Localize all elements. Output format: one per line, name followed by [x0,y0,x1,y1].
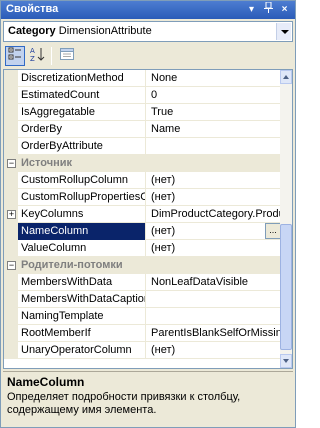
categorized-icon [8,47,21,60]
property-row[interactable]: UnaryOperatorColumn (нет) [4,342,281,359]
row-gutter [4,70,18,87]
scroll-thumb[interactable] [280,224,292,350]
property-rows: DiscretizationMethod None EstimatedCount 0 I… [4,70,281,359]
property-value[interactable]: None [147,70,281,87]
property-row[interactable]: MembersWithData NonLeafDataVisible [4,274,281,291]
property-name: OrderBy [18,121,146,138]
property-value[interactable]: (нет) [147,189,281,206]
property-value[interactable]: ParentIsBlankSelfOrMissing [147,325,281,342]
property-name: MembersWithDataCaption [18,291,146,308]
category-row[interactable]: − Источник [4,155,281,172]
pin-icon[interactable] [261,1,276,17]
row-gutter [4,308,18,325]
property-name: CustomRollupColumn [18,172,146,189]
property-value[interactable]: 0 [147,87,281,104]
row-gutter [4,104,18,121]
description-text: Определяет подробности привязки к столбц… [7,391,241,416]
property-row[interactable]: IsAggregatable True [4,104,281,121]
row-gutter [4,223,18,240]
chevron-down-icon[interactable] [276,23,291,40]
property-value[interactable] [147,291,281,308]
property-value[interactable]: (нет) [147,223,281,240]
property-value[interactable]: Name [147,121,281,138]
property-name: UnaryOperatorColumn [18,342,146,359]
close-icon[interactable]: × [277,2,292,17]
category-row[interactable]: − Родители-потомки [4,257,281,274]
property-row[interactable]: ValueColumn (нет) [4,240,281,257]
dropdown-icon[interactable]: ▾ [244,2,259,17]
description-panel: NameColumn Определяет подробности привяз… [3,371,293,425]
property-row[interactable]: EstimatedCount 0 [4,87,281,104]
row-gutter [4,325,18,342]
property-value[interactable]: DimProductCategory.Produ [147,206,281,223]
svg-text:A: A [30,47,35,55]
property-value[interactable]: (нет) [147,240,281,257]
row-gutter [4,138,18,155]
scroll-down-icon[interactable] [280,354,292,368]
property-name: CustomRollupPropertiesCo [18,189,146,206]
property-pages-button[interactable] [57,46,77,66]
collapse-icon[interactable]: − [7,261,16,270]
window-title: Свойства [6,3,59,15]
property-name: DiscretizationMethod [18,70,146,87]
property-name: NamingTemplate [18,308,146,325]
property-name: RootMemberIf [18,325,146,342]
category-label: Родители-потомки [21,259,123,271]
svg-text:Z: Z [30,55,35,62]
row-gutter [4,240,18,257]
property-name: MembersWithData [18,274,146,291]
description-title: NameColumn [7,375,85,389]
expand-icon[interactable]: + [7,210,16,219]
sort-alphabetical-icon: A Z [30,47,45,63]
property-row[interactable]: CustomRollupColumn (нет) [4,172,281,189]
object-kind: Category [8,25,56,37]
property-row[interactable]: OrderByAttribute [4,138,281,155]
property-name: ValueColumn [18,240,146,257]
property-value[interactable]: NonLeafDataVisible [147,274,281,291]
toolbar: A Z [3,44,293,68]
collapse-icon[interactable]: − [7,159,16,168]
property-row[interactable]: CustomRollupPropertiesCo (нет) [4,189,281,206]
property-row[interactable]: OrderBy Name [4,121,281,138]
row-gutter [4,291,18,308]
categorized-button[interactable] [5,46,25,66]
property-name: EstimatedCount [18,87,146,104]
property-row[interactable]: MembersWithDataCaption [4,291,281,308]
property-row[interactable]: DiscretizationMethod None [4,70,281,87]
row-gutter [4,172,18,189]
property-name: KeyColumns [18,206,146,223]
title-bar: Свойства ▾ × [1,1,295,19]
property-value[interactable]: (нет) [147,172,281,189]
alphabetical-button[interactable]: A Z [27,46,47,66]
object-selector[interactable]: Category DimensionAttribute [3,21,293,42]
row-gutter [4,342,18,359]
property-name: NameColumn [18,223,146,240]
property-name: IsAggregatable [18,104,146,121]
property-value[interactable] [147,138,281,155]
row-gutter [4,189,18,206]
property-row[interactable]: NamingTemplate [4,308,281,325]
property-value[interactable]: (нет) [147,342,281,359]
properties-window: Свойства ▾ × Category DimensionAttribute… [0,0,296,428]
property-value[interactable] [147,308,281,325]
property-row[interactable]: + KeyColumns DimProductCategory.Produ [4,206,281,223]
property-pages-icon [60,48,74,60]
scroll-up-icon[interactable] [280,70,292,84]
category-label: Источник [21,157,73,169]
property-row[interactable]: RootMemberIf ParentIsBlankSelfOrMissing [4,325,281,342]
property-row[interactable]: NameColumn (нет)... [4,223,281,240]
property-value[interactable]: True [147,104,281,121]
object-name: DimensionAttribute [58,25,152,37]
property-grid: DiscretizationMethod None EstimatedCount 0 I… [3,69,293,369]
vertical-scrollbar[interactable] [280,70,292,368]
property-name: OrderByAttribute [18,138,146,155]
toolbar-separator [51,47,52,65]
row-gutter [4,121,18,138]
row-gutter [4,87,18,104]
row-gutter [4,274,18,291]
ellipsis-button[interactable]: ... [265,223,281,239]
